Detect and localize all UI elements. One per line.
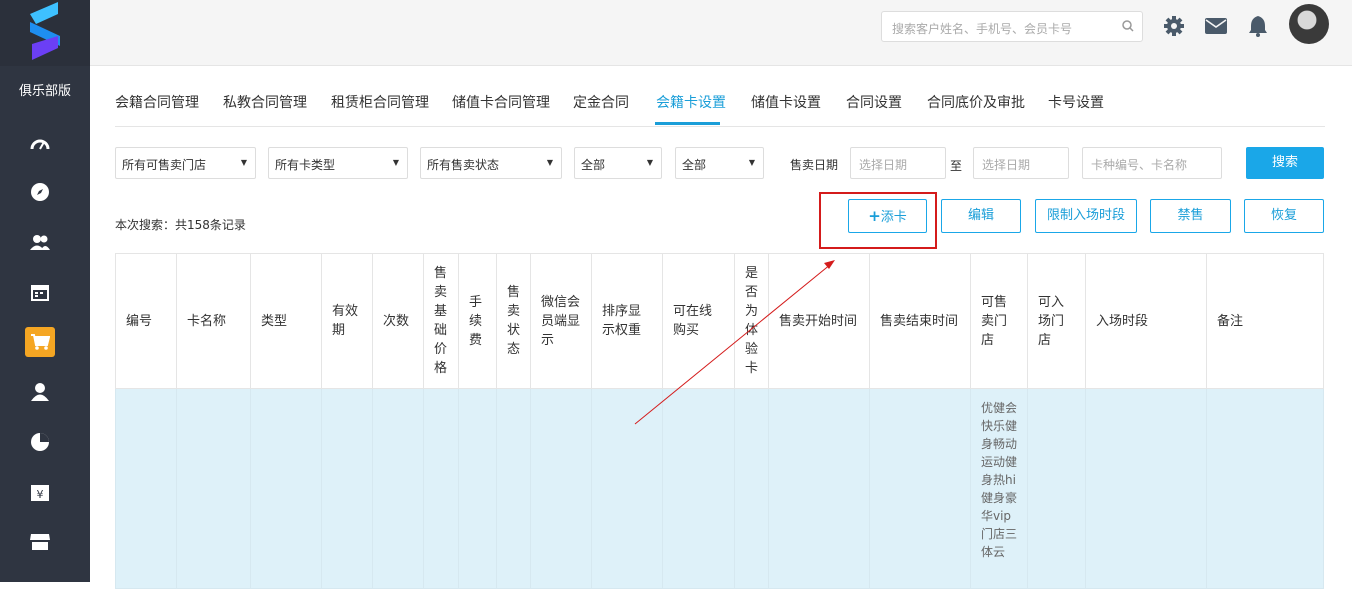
col-header-remark: 备注: [1206, 253, 1324, 389]
search-icon[interactable]: [1122, 20, 1134, 35]
calendar-icon[interactable]: [27, 279, 53, 305]
chevron-down-icon: ▼: [392, 158, 399, 167]
cell-type: [250, 388, 322, 589]
col-header-entry-stores: 可入场门店: [1027, 253, 1086, 389]
col-header-validity: 有效期: [321, 253, 373, 389]
chevron-down-icon: ▼: [546, 158, 553, 167]
ban-sale-button[interactable]: 禁售: [1150, 199, 1231, 233]
cell-card-name: [176, 388, 251, 589]
restore-button[interactable]: 恢复: [1244, 199, 1324, 233]
filter-select-2-value: 全部: [682, 158, 707, 172]
user-icon[interactable]: [27, 379, 53, 405]
cell-sort-weight: [591, 388, 663, 589]
active-tab-indicator: [655, 122, 720, 125]
tab-pt-contracts[interactable]: 私教合同管理: [223, 92, 307, 112]
store-select-value: 所有可售卖门店: [122, 158, 207, 172]
tab-stored-value-card-settings[interactable]: 储值卡设置: [751, 92, 821, 112]
card-type-select-value: 所有卡类型: [275, 158, 336, 172]
dashboard-icon[interactable]: [27, 130, 53, 156]
chevron-down-icon: ▼: [646, 158, 653, 167]
col-header-entry-time: 入场时段: [1085, 253, 1207, 389]
yen-icon[interactable]: ¥: [27, 479, 53, 505]
logo[interactable]: [0, 0, 90, 66]
col-header-sale-status: 售卖状态: [496, 253, 531, 389]
store-icon[interactable]: [27, 529, 53, 555]
filter-select-2[interactable]: 全部 ▼: [675, 147, 764, 179]
result-count: 本次搜索：共158条记录: [115, 218, 246, 232]
tab-card-number-settings[interactable]: 卡号设置: [1048, 92, 1104, 112]
filter-select-1[interactable]: 全部 ▼: [574, 147, 662, 179]
card-type-select[interactable]: 所有卡类型 ▼: [268, 147, 408, 179]
col-header-sort-weight: 排序显示权重: [591, 253, 663, 389]
edit-button[interactable]: 编辑: [941, 199, 1021, 233]
col-header-online-purchase: 可在线购买: [662, 253, 735, 389]
col-header-trial-card: 是否为体验卡: [734, 253, 769, 389]
svg-text:¥: ¥: [37, 488, 44, 501]
start-date-input[interactable]: 选择日期: [850, 147, 946, 179]
end-date-input[interactable]: 选择日期: [973, 147, 1069, 179]
sale-status-select[interactable]: 所有售卖状态 ▼: [420, 147, 562, 179]
col-header-sale-end: 售卖结束时间: [869, 253, 971, 389]
cell-entry-time: [1085, 388, 1207, 589]
cell-count: [372, 388, 424, 589]
keyword-input[interactable]: 卡种编号、卡名称: [1082, 147, 1222, 179]
col-header-id: 编号: [115, 253, 177, 389]
cell-wechat-display: [530, 388, 592, 589]
cell-sale-start: [768, 388, 870, 589]
col-header-sale-start: 售卖开始时间: [768, 253, 870, 389]
chevron-down-icon: ▼: [748, 158, 755, 167]
highlight-box: [819, 192, 937, 249]
tab-bar: 会籍合同管理 私教合同管理 租赁柜合同管理 储值卡合同管理 定金合同 会籍卡设置…: [115, 86, 1325, 127]
card-table: 编号 卡名称 类型 有效期 次数 售卖基础价格 手续费 售卖状态 微信会员端显示…: [115, 253, 1324, 589]
cell-remark: [1206, 388, 1324, 589]
sidebar: 俱乐部版 ¥: [0, 0, 90, 582]
chevron-down-icon: ▼: [240, 158, 247, 167]
date-range-to-label: 至: [950, 159, 963, 173]
tab-stored-value-contracts[interactable]: 储值卡合同管理: [452, 92, 550, 112]
col-header-base-price: 售卖基础价格: [423, 253, 459, 389]
tab-deposit-contracts[interactable]: 定金合同: [573, 92, 629, 112]
mail-icon[interactable]: [1204, 14, 1228, 38]
cell-sale-end: [869, 388, 971, 589]
cell-trial-card: [734, 388, 769, 589]
gear-icon[interactable]: [1162, 14, 1186, 38]
cell-fee: [458, 388, 497, 589]
shopping-cart-icon[interactable]: [25, 327, 55, 357]
avatar[interactable]: [1289, 4, 1329, 44]
col-header-count: 次数: [372, 253, 424, 389]
compass-icon[interactable]: [27, 179, 53, 205]
cell-online-purchase: [662, 388, 735, 589]
tab-membership-contracts[interactable]: 会籍合同管理: [115, 92, 199, 112]
table-header-row: 编号 卡名称 类型 有效期 次数 售卖基础价格 手续费 售卖状态 微信会员端显示…: [115, 253, 1324, 389]
col-header-type: 类型: [250, 253, 322, 389]
sale-status-select-value: 所有售卖状态: [427, 158, 500, 172]
bell-icon[interactable]: [1246, 14, 1270, 38]
tab-membership-card-settings[interactable]: 会籍卡设置: [656, 92, 726, 112]
cell-base-price: [423, 388, 459, 589]
col-header-wechat-display: 微信会员端显示: [530, 253, 592, 389]
club-edition-label: 俱乐部版: [18, 84, 71, 99]
tab-floor-price-approval[interactable]: 合同底价及审批: [927, 92, 1025, 112]
store-select[interactable]: 所有可售卖门店 ▼: [115, 147, 256, 179]
filter-select-1-value: 全部: [581, 158, 606, 172]
sale-date-label: 售卖日期: [790, 158, 839, 172]
col-header-card-name: 卡名称: [176, 253, 251, 389]
search-placeholder: 搜索客户姓名、手机号、会员卡号: [892, 22, 1073, 36]
members-icon[interactable]: [27, 229, 53, 255]
limit-entry-time-button[interactable]: 限制入场时段: [1035, 199, 1137, 233]
cell-sale-status: [496, 388, 531, 589]
cell-validity: [321, 388, 373, 589]
cell-entry-stores: [1027, 388, 1086, 589]
search-button[interactable]: 搜索: [1246, 147, 1324, 179]
cell-id: [115, 388, 177, 589]
col-header-fee: 手续费: [458, 253, 497, 389]
col-header-sale-stores: 可售卖门店: [970, 253, 1028, 389]
cell-sale-stores: 优健会快乐健身畅动运动健身热hi健身豪华vip门店三体云: [970, 388, 1028, 589]
tab-contract-settings[interactable]: 合同设置: [846, 92, 902, 112]
table-row[interactable]: 优健会快乐健身畅动运动健身热hi健身豪华vip门店三体云: [115, 388, 1324, 589]
logo-icon: [30, 2, 60, 60]
search-input[interactable]: 搜索客户姓名、手机号、会员卡号: [881, 11, 1143, 42]
pie-chart-icon[interactable]: [27, 429, 53, 455]
tab-locker-contracts[interactable]: 租赁柜合同管理: [331, 92, 429, 112]
